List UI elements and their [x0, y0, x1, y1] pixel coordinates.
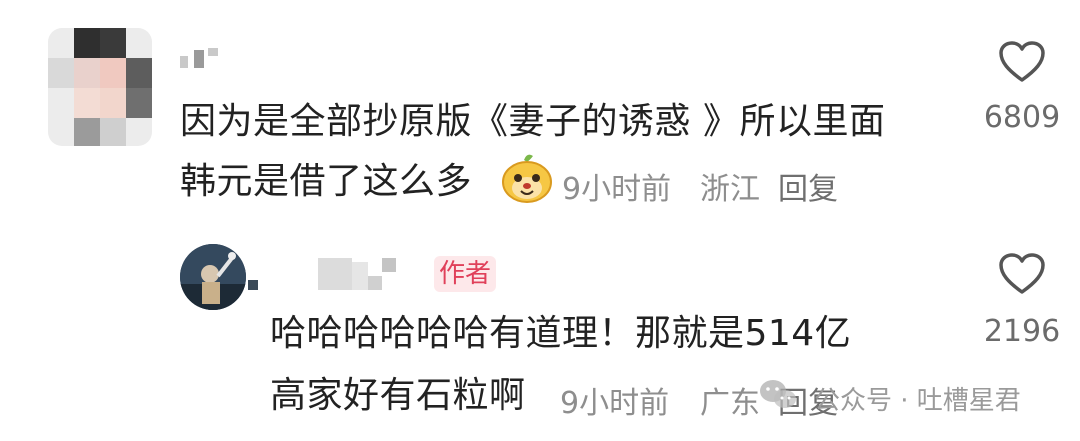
avatar[interactable]	[48, 28, 152, 146]
comment-location: 广东	[700, 386, 760, 421]
wechat-icon	[758, 378, 798, 412]
cute-face-emoji-icon	[500, 152, 554, 204]
heart-icon[interactable]	[998, 252, 1046, 296]
author-badge: 作者	[434, 256, 496, 292]
heart-icon[interactable]	[998, 40, 1046, 84]
comment-1: 因为是全部抄原版《妻子的诱惑 》所以里面 韩元是借了这么多 9小时前 浙江 回复…	[0, 0, 1080, 220]
comment-text-line-1: 因为是全部抄原版《妻子的诱惑 》所以里面	[180, 101, 886, 142]
comment-text-line-2: 韩元是借了这么多	[180, 161, 473, 202]
username-blurred[interactable]	[180, 46, 224, 68]
avatar[interactable]	[180, 244, 246, 310]
reply-button[interactable]: 回复	[778, 164, 838, 208]
like-count: 6809	[983, 100, 1061, 135]
watermark-text: 公众号 · 吐槽星君	[814, 386, 1021, 416]
comment-text-line-1: 哈哈哈哈哈哈有道理！那就是514亿	[270, 313, 852, 354]
username-blurred[interactable]	[318, 256, 398, 292]
comment-time: 9小时前	[560, 386, 670, 421]
comment-text-line-2: 高家好有石粒啊	[270, 375, 526, 416]
avatar-dot	[248, 280, 258, 290]
comment-location: 浙江	[700, 172, 760, 207]
comment-time: 9小时前	[562, 172, 672, 207]
like-count: 2196	[983, 314, 1061, 349]
